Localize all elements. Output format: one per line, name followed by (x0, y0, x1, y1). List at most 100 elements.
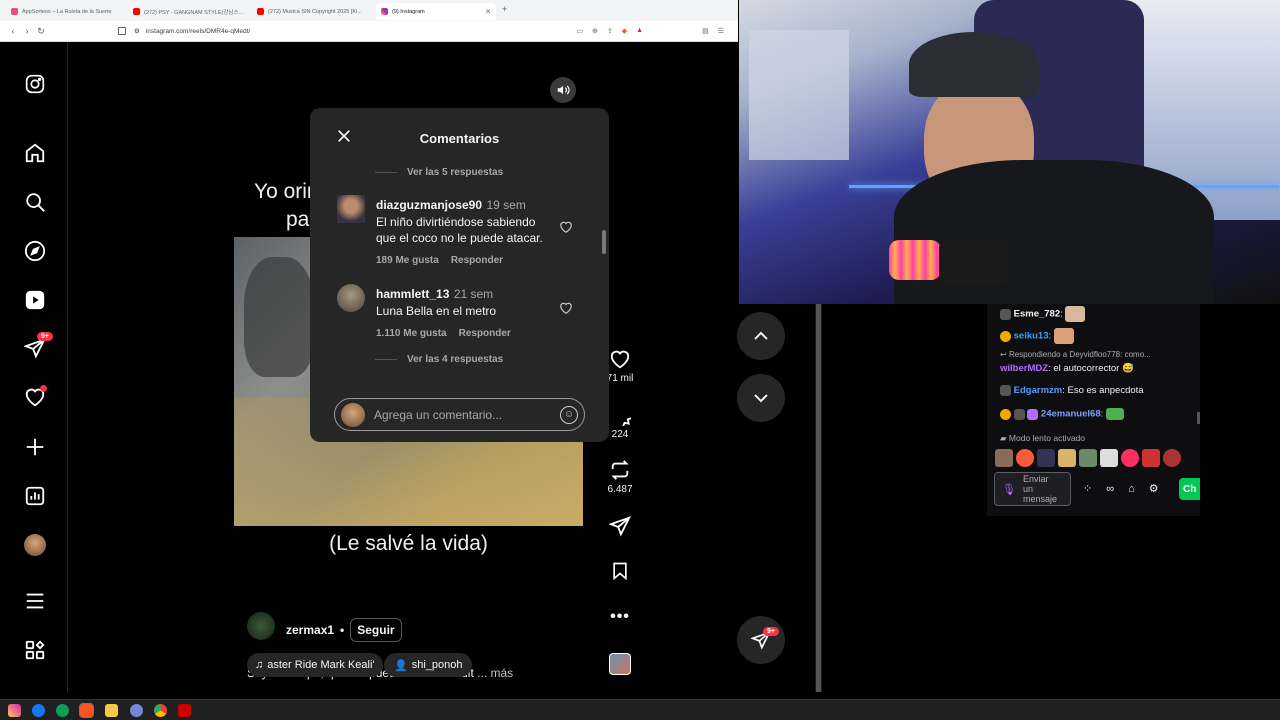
facebook-app-icon[interactable] (32, 704, 45, 717)
cast-icon[interactable]: ▭ (576, 27, 583, 35)
messages-icon[interactable]: 9+ (22, 332, 53, 361)
emote-icon[interactable] (1037, 449, 1055, 467)
emote-icon[interactable] (1058, 449, 1076, 467)
edge-app-icon[interactable] (56, 704, 69, 717)
heart-icon[interactable] (609, 348, 631, 370)
chat-input[interactable]: 🎙 Enviar un mensaje (994, 472, 1071, 506)
profile-avatar[interactable] (22, 532, 48, 558)
zoom-icon[interactable]: ⊕ (592, 27, 598, 35)
chat-username[interactable]: Esme_782 (1014, 309, 1060, 320)
page-scrollbar[interactable] (815, 304, 822, 692)
emote-icon[interactable] (1121, 449, 1139, 467)
browser-tab[interactable]: (272) Musica SIN Copyright 2025 [Ki... (252, 3, 374, 20)
chat-input-placeholder[interactable]: Enviar un mensaje (1023, 474, 1057, 504)
brave-app-icon[interactable] (79, 703, 94, 718)
next-reel-button[interactable] (737, 374, 785, 422)
chat-send-button[interactable]: Ch (1179, 478, 1200, 500)
browser-tab-active[interactable]: (9) Instagram ✕ (376, 3, 496, 20)
brave-shield-icon[interactable]: ◆ (622, 27, 627, 35)
discord-app-icon[interactable] (130, 704, 143, 717)
chrome-app-icon[interactable] (154, 704, 167, 717)
page-scrollbar-thumb[interactable] (816, 304, 821, 692)
more-options-icon[interactable]: ••• (606, 608, 634, 626)
search-icon[interactable] (22, 189, 48, 215)
infinity-icon[interactable]: ∞ (1106, 483, 1114, 495)
more-link[interactable]: ... más (477, 666, 513, 680)
notifications-icon[interactable] (22, 384, 48, 410)
create-icon[interactable] (22, 434, 48, 460)
comment-username[interactable]: diazguzmanjose90 (376, 198, 482, 212)
comment-like-icon[interactable] (559, 220, 573, 239)
store-icon[interactable]: ⌂ (1128, 483, 1135, 495)
sidebar-icon[interactable]: ▤ (702, 27, 709, 35)
repost-action[interactable]: 6.487 (606, 459, 634, 495)
bookmark-icon[interactable] (118, 27, 126, 35)
dashboard-icon[interactable] (22, 483, 48, 509)
extensions-icon[interactable]: ☰ (718, 27, 724, 35)
back-icon[interactable]: ‹ (6, 26, 20, 36)
chat-username[interactable]: Edgarmzm (1014, 385, 1063, 396)
brave-rewards-icon[interactable]: ▲ (636, 27, 643, 35)
url-text[interactable]: instagram.com/reels/DMR4e-qMedt/ (146, 28, 250, 35)
bookmark-icon[interactable] (610, 561, 630, 581)
reply-button[interactable]: Responder (459, 328, 511, 339)
forward-icon[interactable]: › (20, 26, 34, 36)
emote-icon[interactable] (995, 449, 1013, 467)
save-action[interactable] (606, 561, 634, 581)
music-chip[interactable]: ♫ aster Ride Mark Keali' (247, 653, 383, 677)
reply-button[interactable]: Responder (451, 255, 503, 266)
author-name[interactable]: zermax1 (286, 623, 334, 637)
comment-input-box[interactable]: Agrega un comentario... ☺ (334, 398, 585, 431)
instagram-logo-icon[interactable] (22, 71, 48, 97)
emote-icon[interactable] (1100, 449, 1118, 467)
view-replies-button[interactable]: Ver las 4 respuestas (375, 354, 503, 365)
chat-username[interactable]: seiku13 (1014, 331, 1049, 342)
chat-username[interactable]: 24emanuel68 (1041, 409, 1101, 420)
settings-icon[interactable]: ⚙ (1149, 482, 1159, 495)
floating-messages-button[interactable]: 9+ (737, 616, 785, 664)
comment-likes[interactable]: 1.110 Me gusta (376, 328, 447, 339)
close-tab-icon[interactable]: ✕ (485, 8, 491, 16)
view-replies-button[interactable]: Ver las 5 respuestas (375, 167, 503, 178)
home-icon[interactable] (22, 140, 48, 166)
comment-likes[interactable]: 189 Me gusta (376, 255, 439, 266)
chat-username[interactable]: wilberMDZ (1000, 363, 1048, 374)
new-tab-button[interactable]: + (502, 4, 507, 14)
audio-thumbnail[interactable] (609, 653, 631, 675)
explore-icon[interactable] (22, 238, 48, 264)
browser-tab[interactable]: (272) PSY - GANGNAM STYLE(강남스... (128, 3, 250, 20)
emote-icon[interactable] (1142, 449, 1160, 467)
instagram-app-icon[interactable] (8, 704, 21, 717)
emoji-icon[interactable]: ☺ (560, 405, 578, 424)
previous-reel-button[interactable] (737, 312, 785, 360)
emote-icon[interactable] (1163, 449, 1181, 467)
follow-button[interactable]: Seguir (350, 618, 402, 642)
bits-icon[interactable]: ⁘ (1083, 482, 1092, 495)
comment-input-placeholder[interactable]: Agrega un comentario... (374, 408, 502, 422)
commenter-avatar[interactable] (337, 195, 365, 223)
commenter-avatar[interactable] (337, 284, 365, 312)
like-action[interactable]: 71 mil (606, 348, 634, 384)
app-icon[interactable] (178, 704, 191, 717)
browser-tab[interactable]: AppSorteos – La Ruleta de la Suerte (6, 3, 126, 20)
share-icon[interactable] (609, 515, 631, 537)
menu-icon[interactable] (22, 588, 48, 614)
emote-icon[interactable] (1016, 449, 1034, 467)
file-explorer-icon[interactable] (105, 704, 118, 717)
volume-icon[interactable] (550, 77, 576, 103)
reels-icon[interactable] (22, 287, 48, 313)
microphone-icon[interactable]: 🎙 (1002, 483, 1016, 496)
comment-username[interactable]: hammlett_13 (376, 287, 449, 301)
share-icon[interactable]: ⇪ (607, 27, 613, 35)
tagged-user-chip[interactable]: 👤 shi_ponoh (384, 653, 473, 677)
chat-scrollbar-thumb[interactable] (1197, 412, 1200, 424)
emote-icon[interactable] (1079, 449, 1097, 467)
site-info-icon[interactable]: ⚙ (134, 27, 140, 35)
author-avatar[interactable] (247, 612, 275, 640)
more-apps-icon[interactable] (22, 637, 48, 663)
share-action[interactable] (606, 515, 634, 537)
comment-icon[interactable] (609, 404, 631, 426)
comment-like-icon[interactable] (559, 301, 573, 320)
modal-scrollbar-thumb[interactable] (602, 230, 606, 254)
modal-scrollbar[interactable] (602, 168, 607, 382)
